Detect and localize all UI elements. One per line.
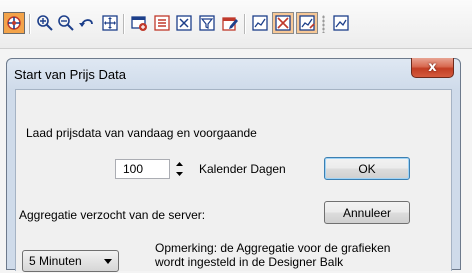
- chart-edit-icon[interactable]: [296, 12, 318, 34]
- days-spinner[interactable]: [171, 159, 187, 179]
- dialog-body: Laad prijsdata van vandaag en voorgaande…: [15, 89, 452, 272]
- toolbar: [0, 0, 472, 49]
- list-red-icon[interactable]: [151, 12, 173, 34]
- aggregation-selected-value: 5 Minuten: [29, 254, 82, 268]
- edit-red-icon[interactable]: [219, 12, 241, 34]
- aggregation-select[interactable]: 5 Minuten: [22, 250, 119, 272]
- close-icon: x: [428, 60, 437, 75]
- cross-box-icon[interactable]: [173, 12, 195, 34]
- load-data-icon[interactable]: [128, 12, 150, 34]
- spin-down-icon[interactable]: [171, 169, 187, 179]
- close-button[interactable]: x: [411, 58, 454, 78]
- undo-zoom-icon[interactable]: [76, 12, 98, 34]
- zoom-out-icon[interactable]: [55, 12, 77, 34]
- start-price-data-dialog: Start van Prijs Data x Laad prijsdata va…: [6, 58, 461, 272]
- load-label: Laad prijsdata van vandaag en voorgaande: [26, 126, 257, 140]
- note-line-2: wordt ingesteld in de Designer Balk: [155, 255, 344, 269]
- note-line-1: Opmerking: de Aggregatie voor de grafiek…: [155, 241, 391, 255]
- zoom-in-icon[interactable]: [34, 12, 56, 34]
- filter-box-icon[interactable]: [196, 12, 218, 34]
- chevron-down-icon: [104, 259, 112, 264]
- dialog-title: Start van Prijs Data: [14, 67, 126, 82]
- cancel-button[interactable]: Annuleer: [324, 201, 410, 224]
- aggregation-label: Aggregatie verzocht van de server:: [19, 208, 206, 222]
- chart-crossed-icon[interactable]: [272, 12, 294, 34]
- ok-button[interactable]: OK: [324, 157, 410, 180]
- days-unit-label: Kalender Dagen: [199, 162, 286, 176]
- fit-window-icon[interactable]: [99, 12, 121, 34]
- crosshair-plus-icon[interactable]: [3, 12, 25, 34]
- days-input[interactable]: 100: [115, 159, 170, 179]
- line-chart-icon[interactable]: [249, 12, 271, 34]
- dialog-titlebar[interactable]: Start van Prijs Data x: [7, 58, 460, 89]
- chart-line-small-icon[interactable]: [330, 12, 352, 34]
- spin-up-icon[interactable]: [171, 159, 187, 169]
